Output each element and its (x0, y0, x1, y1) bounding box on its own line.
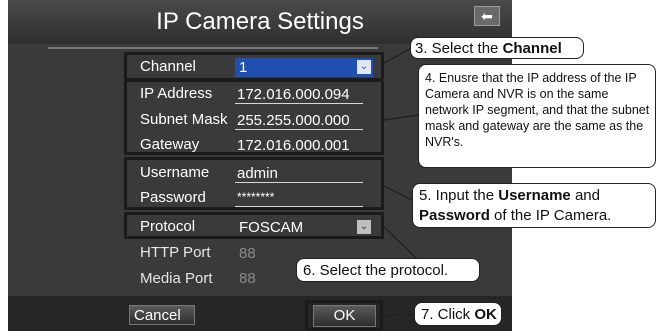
callout-network-info: 4. Enusre that the IP address of the IP … (418, 64, 656, 168)
callout-7-bold: OK (474, 306, 497, 323)
callout-credentials: 5. Input the Username and Password of the… (412, 183, 656, 228)
callout-7-text: 7. Click (421, 306, 475, 323)
callout-5-suffix: of the IP Camera. (489, 207, 612, 224)
callout-3-text: 3. Select the (415, 40, 503, 57)
callout-3-bold: Channel (502, 40, 562, 57)
callout-click-ok: 7. Click OK (414, 302, 502, 326)
callout-select-protocol: 6. Select the protocol. (296, 258, 480, 282)
callout-5-mid: and (570, 187, 600, 204)
callout-select-channel: 3. Select the Channel (410, 37, 584, 59)
callout-5-bold-password: Password (419, 207, 490, 224)
callout-5-bold-username: Username (498, 187, 571, 204)
callout-5-text: 5. Input the (419, 187, 499, 204)
